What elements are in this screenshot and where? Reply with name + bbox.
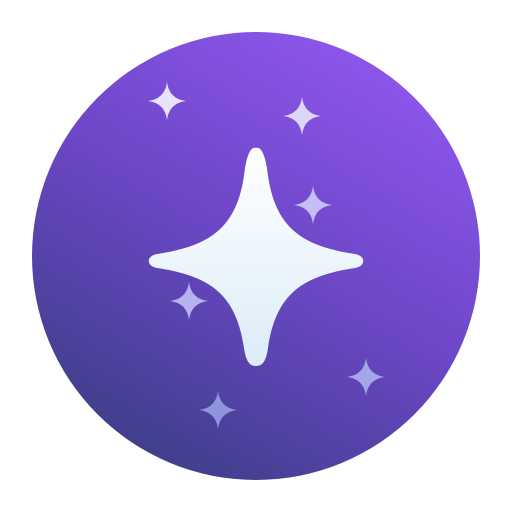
sparkles-app-icon	[32, 32, 480, 480]
app-icon-canvas	[0, 0, 512, 512]
